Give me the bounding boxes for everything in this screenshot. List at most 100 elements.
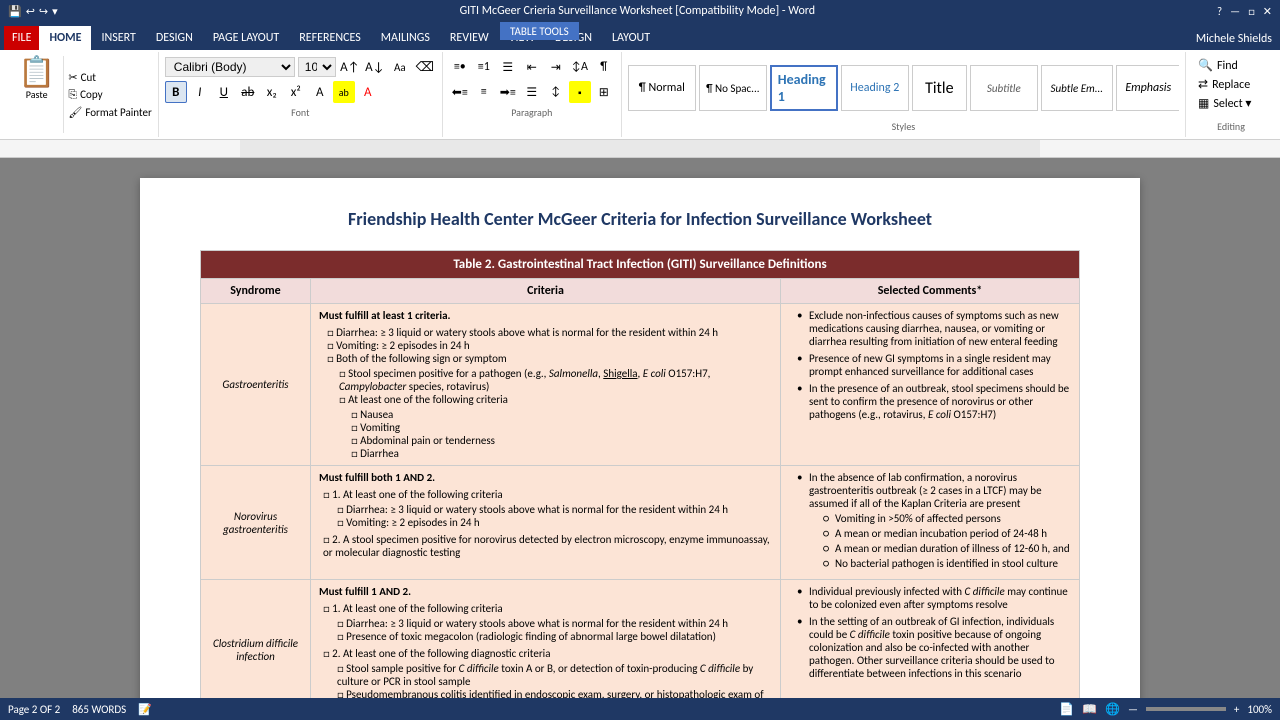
shrink-font-btn[interactable]: A↓: [364, 56, 386, 78]
multilevel-btn[interactable]: ☰: [497, 56, 519, 78]
font-size-select[interactable]: 10: [298, 57, 336, 77]
tab-review[interactable]: REVIEW: [440, 26, 499, 50]
grow-font-btn[interactable]: A↑: [339, 56, 361, 78]
tab-mailings[interactable]: MAILINGS: [371, 26, 440, 50]
criteria-sub-item: □ At least one of the following criteria…: [339, 393, 772, 460]
help-btn[interactable]: ?: [1217, 5, 1222, 18]
proofing-icon[interactable]: 📝: [138, 703, 152, 716]
justify-btn[interactable]: ☰: [521, 81, 543, 103]
align-right-btn[interactable]: ➡≡: [497, 81, 519, 103]
criteria-header-g: Must fulfill at least 1 criteria.: [319, 309, 451, 322]
para-row2: ⬅≡ ≡ ➡≡ ☰ ↕ ▪ ⊞: [449, 81, 615, 103]
window-controls: ? — □ ✕: [1217, 5, 1272, 18]
text-highlight-btn[interactable]: ab: [333, 81, 355, 103]
editing-section-label: Editing: [1194, 120, 1268, 133]
undo-btn[interactable]: ↩: [26, 5, 35, 18]
zoom-slider[interactable]: [1146, 707, 1226, 711]
underline-btn[interactable]: U: [213, 81, 235, 103]
style-normal[interactable]: ¶ Normal: [628, 65, 696, 111]
tab-file[interactable]: FILE: [4, 26, 39, 50]
paste-icon: 📋: [18, 58, 55, 88]
superscript-btn[interactable]: x²: [285, 81, 307, 103]
paragraph-section-label: Paragraph: [449, 106, 615, 119]
clipboard-sub-buttons: ✂ Cut ⎘ Copy 🖌 Format Painter: [68, 56, 151, 133]
style-emphasis[interactable]: Emphasis: [1116, 65, 1179, 111]
line-spacing-btn[interactable]: ↕: [545, 81, 567, 103]
sort-btn[interactable]: ↕A: [569, 56, 591, 78]
comment-sub: ○Vomiting in >50% of affected persons: [823, 512, 1071, 525]
align-left-btn[interactable]: ⬅≡: [449, 81, 471, 103]
zoom-in-btn[interactable]: +: [1234, 703, 1239, 716]
strikethrough-btn[interactable]: ab: [237, 81, 259, 103]
replace-icon: ⇄: [1198, 77, 1208, 92]
view-reading[interactable]: 📖: [1082, 702, 1097, 717]
style-subtle-em[interactable]: Subtle Em...: [1041, 65, 1113, 111]
redo-btn[interactable]: ↪: [39, 5, 48, 18]
tab-home[interactable]: HOME: [39, 26, 91, 50]
comments-cdiff: • Individual previously infected with C …: [781, 580, 1080, 699]
bold-btn[interactable]: B: [165, 81, 187, 103]
italic-btn[interactable]: I: [189, 81, 211, 103]
find-button[interactable]: 🔍 Find: [1194, 56, 1268, 75]
style-title[interactable]: Title: [912, 65, 967, 111]
select-button[interactable]: ▦ Select ▾: [1194, 94, 1268, 113]
minimize-btn[interactable]: —: [1230, 5, 1240, 18]
copy-button[interactable]: ⎘ Copy: [68, 88, 151, 102]
shading-btn[interactable]: ▪: [569, 81, 591, 103]
font-section: Calibri (Body) 10 A↑ A↓ Aa ⌫ B I U ab x₂…: [159, 52, 443, 137]
para-row1: ≡• ≡1 ☰ ⇤ ⇥ ↕A ¶: [449, 56, 615, 78]
text-effects-btn[interactable]: A: [309, 81, 331, 103]
tab-references[interactable]: REFERENCES: [289, 26, 371, 50]
save-btn[interactable]: 💾: [8, 5, 22, 18]
cut-button[interactable]: ✂ Cut: [68, 71, 151, 84]
decrease-indent-btn[interactable]: ⇤: [521, 56, 543, 78]
show-formatting-btn[interactable]: ¶: [593, 56, 615, 78]
style-subtitle[interactable]: Subtitle: [970, 65, 1038, 111]
borders-btn[interactable]: ⊞: [593, 81, 615, 103]
styles-section: ¶ Normal ¶ No Spac... Heading 1 Heading …: [622, 52, 1186, 137]
increase-indent-btn[interactable]: ⇥: [545, 56, 567, 78]
comments-norovirus: • In the absence of lab confirmation, a …: [781, 466, 1080, 580]
tab-page-layout[interactable]: PAGE LAYOUT: [203, 26, 289, 50]
criteria-subsub-item: □ Nausea: [351, 408, 772, 421]
format-painter-button[interactable]: 🖌 Format Painter: [68, 106, 151, 119]
style-heading2[interactable]: Heading 2: [841, 65, 909, 111]
syndrome-cdiff: Clostridium difficile infection: [201, 580, 311, 699]
criteria-subsub-item: □ Vomiting: [351, 421, 772, 434]
style-heading1[interactable]: Heading 1: [770, 65, 838, 111]
comment-sub: ○A mean or median incubation period of 2…: [823, 527, 1071, 540]
bullets-btn[interactable]: ≡•: [449, 56, 471, 78]
document-area: Friendship Health Center McGeer Criteria…: [0, 158, 1280, 698]
paste-button[interactable]: 📋 Paste: [10, 56, 64, 133]
comment-item: • In the absence of lab confirmation, a …: [797, 471, 1071, 570]
col-header-criteria: Criteria: [311, 279, 781, 304]
tab-insert[interactable]: INSERT: [91, 26, 145, 50]
close-btn[interactable]: ✕: [1263, 5, 1272, 18]
change-case-btn[interactable]: Aa: [389, 56, 411, 78]
table-tools-label: TABLE TOOLS: [500, 22, 579, 40]
criteria-header-c: Must fulfill 1 AND 2.: [319, 585, 411, 598]
tab-layout[interactable]: LAYOUT: [602, 26, 660, 50]
font-color-btn[interactable]: A: [357, 81, 379, 103]
font-family-select[interactable]: Calibri (Body): [165, 57, 295, 77]
numbering-btn[interactable]: ≡1: [473, 56, 495, 78]
font-row2: B I U ab x₂ x² A ab A: [165, 81, 436, 103]
quick-access-toolbar: 💾 ↩ ↪ ▾: [8, 5, 58, 18]
subscript-btn[interactable]: x₂: [261, 81, 283, 103]
zoom-out-btn[interactable]: —: [1128, 703, 1138, 716]
style-no-space[interactable]: ¶ No Spac...: [699, 65, 767, 111]
tab-design[interactable]: DESIGN: [146, 26, 203, 50]
table-title-row: Table 2. Gastrointestinal Tract Infectio…: [201, 251, 1080, 279]
view-web[interactable]: 🌐: [1105, 702, 1120, 717]
criteria-item: □ 2. A stool specimen positive for norov…: [323, 533, 772, 559]
replace-button[interactable]: ⇄ Replace: [1194, 75, 1268, 94]
align-center-btn[interactable]: ≡: [473, 81, 495, 103]
surveillance-table: Table 2. Gastrointestinal Tract Infectio…: [200, 250, 1080, 698]
table-title: Table 2. Gastrointestinal Tract Infectio…: [201, 251, 1080, 279]
view-print[interactable]: 📄: [1059, 702, 1074, 717]
comment-item: • Individual previously infected with C …: [797, 585, 1071, 611]
status-left: Page 2 OF 2 865 WORDS 📝: [8, 703, 152, 716]
paragraph-section: ≡• ≡1 ☰ ⇤ ⇥ ↕A ¶ ⬅≡ ≡ ➡≡ ☰ ↕ ▪ ⊞ Paragra…: [443, 52, 622, 137]
maximize-btn[interactable]: □: [1248, 5, 1255, 18]
clear-format-btn[interactable]: ⌫: [414, 56, 436, 78]
